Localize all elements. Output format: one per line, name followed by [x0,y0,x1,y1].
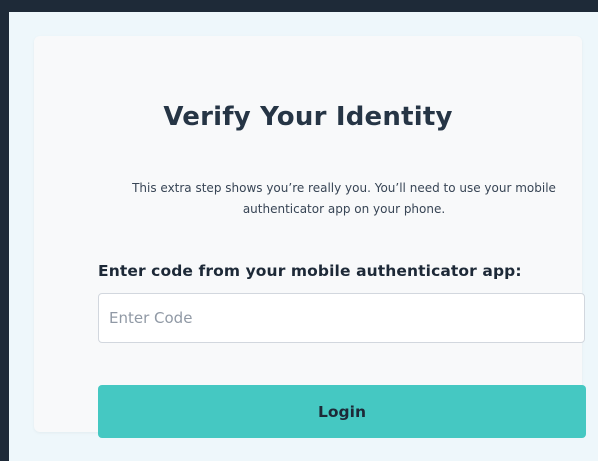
authentication-code-input[interactable] [98,293,585,343]
login-button[interactable]: Login [98,385,586,438]
page-title: Verify Your Identity [163,102,453,132]
code-label: Enter code from your mobile authenticato… [98,262,522,280]
verification-description: This extra step shows you’re really you.… [132,181,556,216]
verification-card: Verify Your Identity This extra step sho… [34,36,586,438]
